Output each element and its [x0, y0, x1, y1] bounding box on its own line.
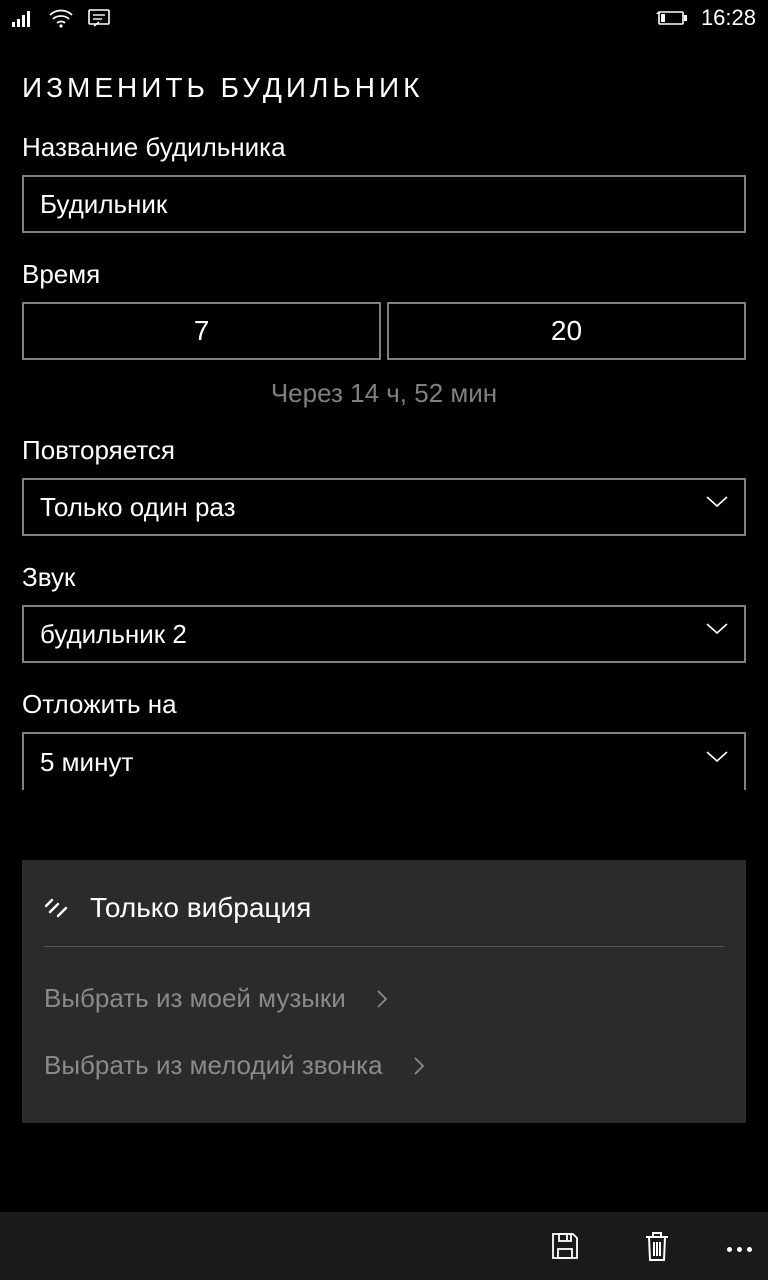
chevron-down-icon — [706, 496, 728, 518]
delete-button[interactable] — [635, 1224, 679, 1268]
chevron-right-icon — [413, 1056, 425, 1076]
battery-icon — [655, 9, 689, 27]
chevron-down-icon — [706, 751, 728, 773]
alarm-name-label: Название будильника — [22, 132, 746, 163]
status-left — [12, 8, 110, 28]
alarm-name-value: Будильник — [40, 189, 167, 220]
save-button[interactable] — [543, 1224, 587, 1268]
sound-select[interactable]: будильник 2 — [22, 605, 746, 663]
status-clock: 16:28 — [701, 5, 756, 31]
repeat-label: Повторяется — [22, 435, 746, 466]
sound-value: будильник 2 — [40, 619, 187, 650]
app-bar — [0, 1212, 768, 1280]
snooze-value: 5 минут — [40, 747, 133, 778]
sound-picker-panel: Только вибрация Выбрать из моей музыки В… — [22, 860, 746, 1123]
panel-divider — [44, 946, 724, 947]
repeat-select[interactable]: Только один раз — [22, 478, 746, 536]
pick-from-ringtones-label: Выбрать из мелодий звонка — [44, 1050, 383, 1081]
time-hour-value: 7 — [194, 315, 210, 347]
snooze-label: Отложить на — [22, 689, 746, 720]
vibration-only-label: Только вибрация — [90, 892, 311, 924]
vibration-only-option[interactable]: Только вибрация — [22, 878, 746, 938]
status-right: 16:28 — [655, 5, 756, 31]
time-hour-picker[interactable]: 7 — [22, 302, 381, 360]
chevron-right-icon — [376, 989, 388, 1009]
alarm-name-input[interactable]: Будильник — [22, 175, 746, 233]
sound-label: Звук — [22, 562, 746, 593]
time-label: Время — [22, 259, 746, 290]
page-title: ИЗМЕНИТЬ БУДИЛЬНИК — [0, 36, 768, 128]
time-minute-value: 20 — [551, 315, 582, 347]
more-button[interactable] — [727, 1252, 752, 1272]
pick-from-ringtones-option[interactable]: Выбрать из мелодий звонка — [22, 1032, 746, 1099]
pick-from-music-label: Выбрать из моей музыки — [44, 983, 346, 1014]
notification-icon — [88, 9, 110, 27]
chevron-down-icon — [706, 623, 728, 645]
cellular-signal-icon — [12, 9, 34, 27]
status-bar: 16:28 — [0, 0, 768, 36]
vibration-icon — [44, 896, 72, 920]
snooze-select[interactable]: 5 минут — [22, 732, 746, 790]
wifi-icon — [48, 8, 74, 28]
time-minute-picker[interactable]: 20 — [387, 302, 746, 360]
pick-from-music-option[interactable]: Выбрать из моей музыки — [22, 965, 746, 1032]
repeat-value: Только один раз — [40, 492, 236, 523]
time-remaining-caption: Через 14 ч, 52 мин — [22, 378, 746, 409]
